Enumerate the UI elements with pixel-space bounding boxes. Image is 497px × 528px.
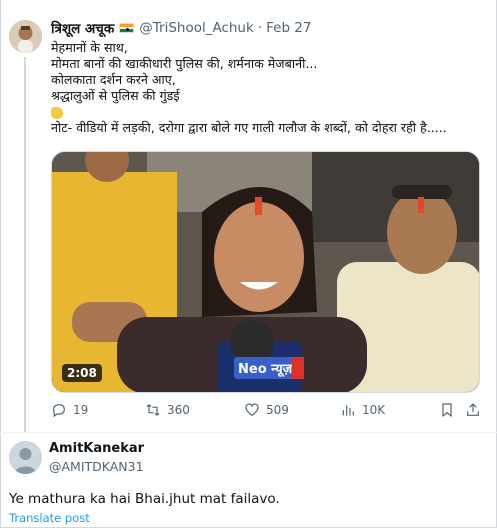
retweet-button[interactable]: 360	[145, 402, 190, 418]
translate-post-link[interactable]: Translate post	[9, 511, 90, 525]
tweet-line: मोमता बानों की खाकीधारी पुलिस की, शर्मना…	[51, 56, 318, 71]
share-button[interactable]	[465, 402, 481, 422]
tweet-date[interactable]: Feb 27	[266, 20, 311, 36]
reply-author-handle[interactable]: @AMITDKAN31	[49, 459, 144, 474]
reply-avatar[interactable]	[9, 441, 42, 474]
retweet-icon	[146, 404, 160, 416]
tweet-line: कोलकाता दर्शन करने आए,	[51, 72, 176, 87]
reply-button[interactable]: 19	[51, 402, 88, 418]
reply-icon	[53, 404, 65, 418]
retweet-count: 360	[167, 403, 190, 417]
separator-dot: ·	[257, 20, 263, 36]
video-thumbnail: Neo न्यूज़	[52, 152, 479, 392]
reply-author-name[interactable]: AmitKanekar	[49, 441, 144, 456]
reply-text: Ye mathura ka hai Bhai.jhut mat failavo.	[9, 491, 280, 507]
tweet-text: मेहमानों के साथ, मोमता बानों की खाकीधारी…	[51, 40, 483, 136]
author-avatar[interactable]	[9, 20, 42, 53]
tweet-line: मेहमानों के साथ,	[51, 40, 128, 55]
bookmark-icon	[442, 403, 452, 418]
india-flag-icon	[119, 23, 135, 33]
video-player[interactable]: Neo न्यूज़ 2:08	[51, 151, 480, 393]
author-handle[interactable]: @TriShool_Achuk	[139, 20, 254, 36]
tweet-line: श्रद्धालुओं से पुलिस की गुंडई	[51, 88, 180, 103]
tweet-line: नोट- वीडियो में लड़की, दरोगा द्वारा बोले…	[51, 120, 447, 135]
views-count: 10K	[362, 403, 386, 417]
share-icon	[467, 403, 479, 416]
like-button[interactable]: 509	[244, 402, 289, 418]
waving-hand-icon	[51, 106, 63, 119]
views-icon	[342, 405, 354, 416]
tweet[interactable]: त्रिशूल अचूक @TriShool_Achuk · Feb 27 मे…	[0, 0, 497, 432]
heart-icon	[245, 403, 259, 417]
like-count: 509	[266, 403, 289, 417]
reply-tweet[interactable]: AmitKanekar @AMITDKAN31 Ye mathura ka ha…	[0, 432, 497, 528]
author-name[interactable]: त्रिशूल अचूक	[51, 19, 114, 37]
views-button[interactable]: 10K	[340, 402, 385, 418]
bookmark-button[interactable]	[439, 402, 455, 422]
video-duration: 2:08	[62, 364, 102, 382]
thread-line	[24, 57, 26, 432]
reply-count: 19	[73, 403, 89, 417]
tweet-actions: 19 360 509 10K	[51, 402, 481, 422]
tweet-header: त्रिशूल अचूक @TriShool_Achuk · Feb 27	[51, 19, 311, 37]
mic-logo: Neo न्यूज़	[238, 362, 294, 377]
